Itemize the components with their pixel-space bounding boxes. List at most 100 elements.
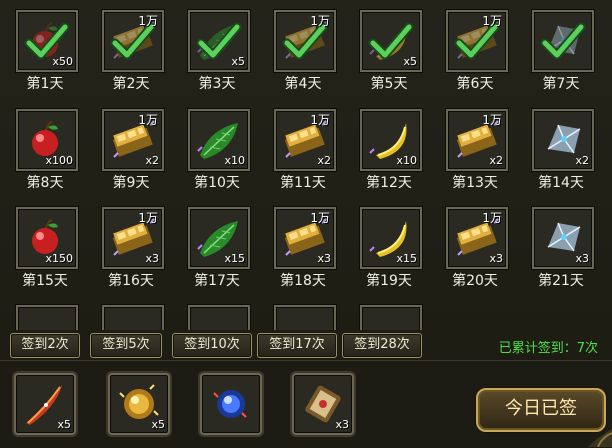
day-cell[interactable]: x5 第5天 [346, 0, 432, 100]
item-qty: x150 [45, 252, 73, 265]
day-label: 第7天 [542, 76, 580, 92]
item-qty: x2 [575, 154, 589, 167]
day-label: 第5天 [370, 76, 408, 92]
item-slot[interactable]: 1万 [446, 10, 508, 72]
item-qty: x100 [45, 154, 73, 167]
item-slot[interactable]: x3 [532, 207, 594, 269]
day-label: 第3天 [198, 76, 236, 92]
day-cell-partial [174, 295, 260, 330]
item-slot[interactable]: 1万 [102, 10, 164, 72]
day-cell[interactable]: x10 第12天 [346, 99, 432, 199]
item-qty: x15 [396, 252, 417, 265]
item-value: 1万 [138, 14, 158, 28]
item-slot[interactable]: x100 [16, 109, 78, 171]
item-value: 1万 [138, 211, 158, 225]
day-label: 第9天 [112, 175, 150, 191]
item-slot[interactable]: x10 [188, 109, 250, 171]
day-cell[interactable]: 1万 x2 第11天 [260, 99, 346, 199]
item-qty: x10 [224, 154, 245, 167]
milestone-button-10[interactable]: 签到10次 [172, 333, 252, 358]
item-value: 1万 [310, 14, 330, 28]
item-slot[interactable]: 1万 x3 [446, 207, 508, 269]
day-label: 第2天 [112, 76, 150, 92]
item-value: 1万 [482, 14, 502, 28]
day-cell[interactable]: x15 第19天 [346, 197, 432, 297]
item-slot[interactable]: 1万 x2 [274, 109, 336, 171]
item-qty: x3 [145, 252, 159, 265]
day-label: 第17天 [194, 273, 240, 289]
item-value: 1万 [310, 211, 330, 225]
milestone-button-28[interactable]: 签到28次 [342, 333, 422, 358]
day-cell[interactable]: x10 第10天 [174, 99, 260, 199]
milestone-bar: 签到2次 签到5次 签到10次 签到17次 签到28次 已累计签到：7次 [0, 331, 612, 359]
item-slot[interactable]: x5 [188, 10, 250, 72]
item-slot [102, 305, 164, 330]
item-slot[interactable]: x10 [360, 109, 422, 171]
day-cell[interactable]: 1万第2天 [88, 0, 174, 100]
day-cell[interactable]: 1万 x2 第13天 [432, 99, 518, 199]
reward-slot-feather[interactable]: x5 [14, 373, 76, 435]
item-slot[interactable]: x150 [16, 207, 78, 269]
item-slot[interactable]: 1万 x2 [102, 109, 164, 171]
day-label: 第15天 [22, 273, 68, 289]
item-slot[interactable] [532, 10, 594, 72]
day-label: 第8天 [26, 175, 64, 191]
item-slot[interactable]: x5 [360, 10, 422, 72]
day-cell[interactable]: x100 第8天 [2, 99, 88, 199]
item-qty: x3 [317, 252, 331, 265]
day-cell-partial [260, 295, 346, 330]
item-slot[interactable]: 1万 [274, 10, 336, 72]
milestone-button-2[interactable]: 签到2次 [10, 333, 80, 358]
day-cell[interactable]: x15 第17天 [174, 197, 260, 297]
item-slot[interactable]: x15 [360, 207, 422, 269]
day-cell[interactable]: 1万第6天 [432, 0, 518, 100]
day-cell[interactable]: 1万 第4天 [260, 0, 346, 100]
checkmark-icon [540, 22, 586, 60]
reward-slot-blue-orb[interactable] [200, 373, 262, 435]
item-slot[interactable]: x15 [188, 207, 250, 269]
reward-qty: x3 [335, 418, 349, 431]
item-slot[interactable]: x50 [16, 10, 78, 72]
item-qty: x2 [489, 154, 503, 167]
corner-ornament [588, 429, 612, 447]
item-qty: x3 [575, 252, 589, 265]
day-cell[interactable]: x3 第21天 [518, 197, 604, 297]
item-slot[interactable]: 1万 x3 [274, 207, 336, 269]
day-label: 第20天 [452, 273, 498, 289]
reward-slot-gold-orb[interactable]: x5 [108, 373, 170, 435]
day-cell[interactable]: 1万 x3 第16天 [88, 197, 174, 297]
item-qty: x50 [52, 55, 73, 68]
item-slot [16, 305, 78, 330]
item-value: 1万 [138, 113, 158, 127]
item-value: 1万 [310, 113, 330, 127]
cumulative-signin-count: 已累计签到：7次 [498, 341, 598, 356]
day-label: 第21天 [538, 273, 584, 289]
item-slot[interactable]: x2 [532, 109, 594, 171]
item-slot [360, 305, 422, 330]
day-label: 第6天 [456, 76, 494, 92]
day-label: 第14天 [538, 175, 584, 191]
day-cell[interactable]: 1万 x3 第20天 [432, 197, 518, 297]
milestone-button-17[interactable]: 签到17次 [257, 333, 337, 358]
day-cell[interactable]: 第7天 [518, 0, 604, 100]
day-cell[interactable]: x5 第3天 [174, 0, 260, 100]
milestone-button-5[interactable]: 签到5次 [90, 333, 162, 358]
item-qty: x5 [231, 55, 245, 68]
day-label: 第19天 [366, 273, 412, 289]
reward-slot-scroll[interactable]: x3 [292, 373, 354, 435]
day-cell-partial [88, 295, 174, 330]
blue-orb-icon [213, 390, 247, 418]
item-slot[interactable]: 1万 x3 [102, 207, 164, 269]
signin-panel: x50 第1天 1万 第2天 x5 第3天 1万 第4天 x5 第5天 1万 第6天 第7天 x100 第8… [0, 0, 612, 448]
day-cell-partial [346, 295, 432, 330]
item-value: 1万 [482, 211, 502, 225]
day-cell[interactable]: x2 第14天 [518, 99, 604, 199]
item-qty: x2 [145, 154, 159, 167]
item-qty: x15 [224, 252, 245, 265]
day-label: 第1天 [26, 76, 64, 92]
day-cell[interactable]: 1万 x3 第18天 [260, 197, 346, 297]
day-cell[interactable]: x50 第1天 [2, 0, 88, 100]
day-cell[interactable]: x150 第15天 [2, 197, 88, 297]
item-slot[interactable]: 1万 x2 [446, 109, 508, 171]
day-cell[interactable]: 1万 x2 第9天 [88, 99, 174, 199]
